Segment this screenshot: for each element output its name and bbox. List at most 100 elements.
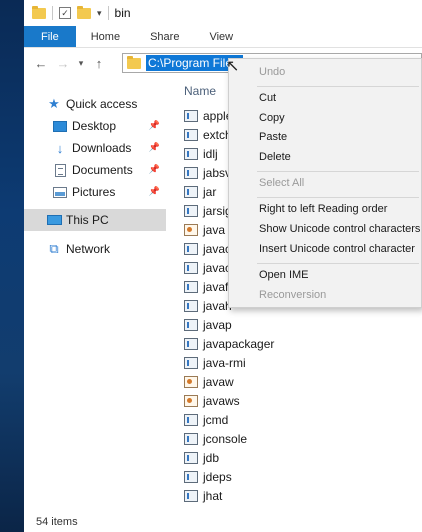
new-folder-icon[interactable] xyxy=(77,5,91,19)
file-name: javac xyxy=(203,241,232,256)
executable-file-icon xyxy=(184,223,198,236)
executable-file-icon xyxy=(184,242,198,255)
desktop-icon xyxy=(52,119,68,133)
nav-documents[interactable]: Documents 📌 xyxy=(24,159,166,181)
executable-file-icon xyxy=(184,147,198,160)
file-row[interactable]: javaws xyxy=(184,391,422,410)
nav-label: Quick access xyxy=(66,97,138,111)
file-name: jdeps xyxy=(203,469,232,484)
executable-file-icon xyxy=(184,432,198,445)
executable-file-icon xyxy=(184,451,198,464)
back-arrow-icon[interactable]: ← xyxy=(30,56,52,71)
item-count: 54 items xyxy=(36,516,78,528)
computer-icon xyxy=(46,213,62,227)
file-name: javap xyxy=(203,317,232,332)
menu-separator xyxy=(257,171,419,172)
file-name: javac xyxy=(203,260,232,275)
properties-icon[interactable]: ✓ xyxy=(59,7,71,19)
executable-file-icon xyxy=(184,204,198,217)
file-row[interactable]: jdeps xyxy=(184,467,422,486)
pin-icon: 📌 xyxy=(148,164,160,174)
menu-item-insert-unicode[interactable]: Insert Unicode control character xyxy=(259,243,415,255)
download-arrow-icon: ↓ xyxy=(56,140,64,156)
file-row[interactable]: javapackager xyxy=(184,334,422,353)
pin-icon: 📌 xyxy=(148,120,160,130)
file-name: javapackager xyxy=(203,336,275,351)
menu-item-undo[interactable]: Undo xyxy=(259,66,285,78)
menu-item-rtl-reading[interactable]: Right to left Reading order xyxy=(259,203,387,215)
divider xyxy=(52,6,53,20)
column-header-name[interactable]: Name xyxy=(184,84,216,98)
tab-home[interactable]: Home xyxy=(76,26,135,47)
executable-file-icon xyxy=(184,185,198,198)
executable-file-icon xyxy=(184,375,198,388)
tab-view[interactable]: View xyxy=(194,26,248,47)
file-name: java-rmi xyxy=(203,355,246,370)
nav-downloads[interactable]: ↓ Downloads 📌 xyxy=(24,137,166,159)
executable-file-icon xyxy=(184,470,198,483)
folder-icon xyxy=(32,5,46,19)
divider xyxy=(107,6,109,20)
menu-item-paste[interactable]: Paste xyxy=(259,131,287,143)
menu-separator xyxy=(257,197,419,198)
ribbon-tabs: File Home Share View xyxy=(24,26,422,48)
menu-separator xyxy=(257,263,419,264)
menu-item-open-ime[interactable]: Open IME xyxy=(259,269,309,281)
nav-network[interactable]: ⧉ Network xyxy=(24,238,166,260)
context-menu: Undo Cut Copy Paste Delete Select All Ri… xyxy=(228,58,422,308)
nav-label: This PC xyxy=(66,213,109,227)
file-row[interactable]: jcmd xyxy=(184,410,422,429)
document-icon xyxy=(52,163,68,177)
file-name: jabsv xyxy=(203,165,232,180)
file-row[interactable]: jconsole xyxy=(184,429,422,448)
file-row[interactable]: jhat xyxy=(184,486,422,505)
desktop-background xyxy=(0,0,24,532)
forward-arrow-icon[interactable]: → xyxy=(52,56,74,71)
executable-file-icon xyxy=(184,261,198,274)
file-name: jar xyxy=(203,184,217,199)
executable-file-icon xyxy=(184,356,198,369)
nav-desktop[interactable]: Desktop 📌 xyxy=(24,115,166,137)
file-row[interactable]: jdb xyxy=(184,448,422,467)
network-icon: ⧉ xyxy=(49,241,59,256)
file-row[interactable]: java-rmi xyxy=(184,353,422,372)
file-row[interactable]: javap xyxy=(184,315,422,334)
nav-label: Downloads xyxy=(72,141,132,155)
folder-icon xyxy=(127,55,141,69)
menu-item-show-unicode[interactable]: Show Unicode control characters xyxy=(259,223,420,235)
executable-file-icon xyxy=(184,337,198,350)
navigation-pane: ★ Quick access Desktop 📌 ↓ Downloads 📌 D… xyxy=(24,78,166,504)
file-name: jhat xyxy=(203,488,223,503)
menu-item-delete[interactable]: Delete xyxy=(259,151,291,163)
file-row[interactable]: javaw xyxy=(184,372,422,391)
up-arrow-icon[interactable]: ↑ xyxy=(88,56,110,71)
tab-share[interactable]: Share xyxy=(135,26,194,47)
executable-file-icon xyxy=(184,299,198,312)
executable-file-icon xyxy=(184,280,198,293)
picture-icon xyxy=(52,185,68,199)
tab-file[interactable]: File xyxy=(24,26,76,47)
menu-separator xyxy=(257,86,419,87)
menu-item-reconversion[interactable]: Reconversion xyxy=(259,289,326,301)
nav-label: Desktop xyxy=(72,119,117,133)
executable-file-icon xyxy=(184,109,198,122)
file-name: javaw xyxy=(203,374,234,389)
executable-file-icon xyxy=(184,394,198,407)
executable-file-icon xyxy=(184,128,198,141)
menu-item-cut[interactable]: Cut xyxy=(259,92,276,104)
nav-this-pc[interactable]: This PC xyxy=(24,209,166,231)
menu-item-copy[interactable]: Copy xyxy=(259,112,285,124)
pin-icon: 📌 xyxy=(148,186,160,196)
menu-item-select-all[interactable]: Select All xyxy=(259,177,304,189)
nav-label: Pictures xyxy=(72,185,116,199)
nav-label: Documents xyxy=(72,163,133,177)
nav-quick-access[interactable]: ★ Quick access xyxy=(24,93,166,115)
nav-pictures[interactable]: Pictures 📌 xyxy=(24,181,166,203)
recent-locations-icon[interactable]: ▾ xyxy=(74,58,88,69)
executable-file-icon xyxy=(184,413,198,426)
executable-file-icon xyxy=(184,318,198,331)
file-name: java xyxy=(203,222,226,237)
customize-toolbar-icon[interactable]: ▾ xyxy=(97,8,102,19)
file-name: jdb xyxy=(203,450,220,465)
file-name: jcmd xyxy=(203,412,229,427)
